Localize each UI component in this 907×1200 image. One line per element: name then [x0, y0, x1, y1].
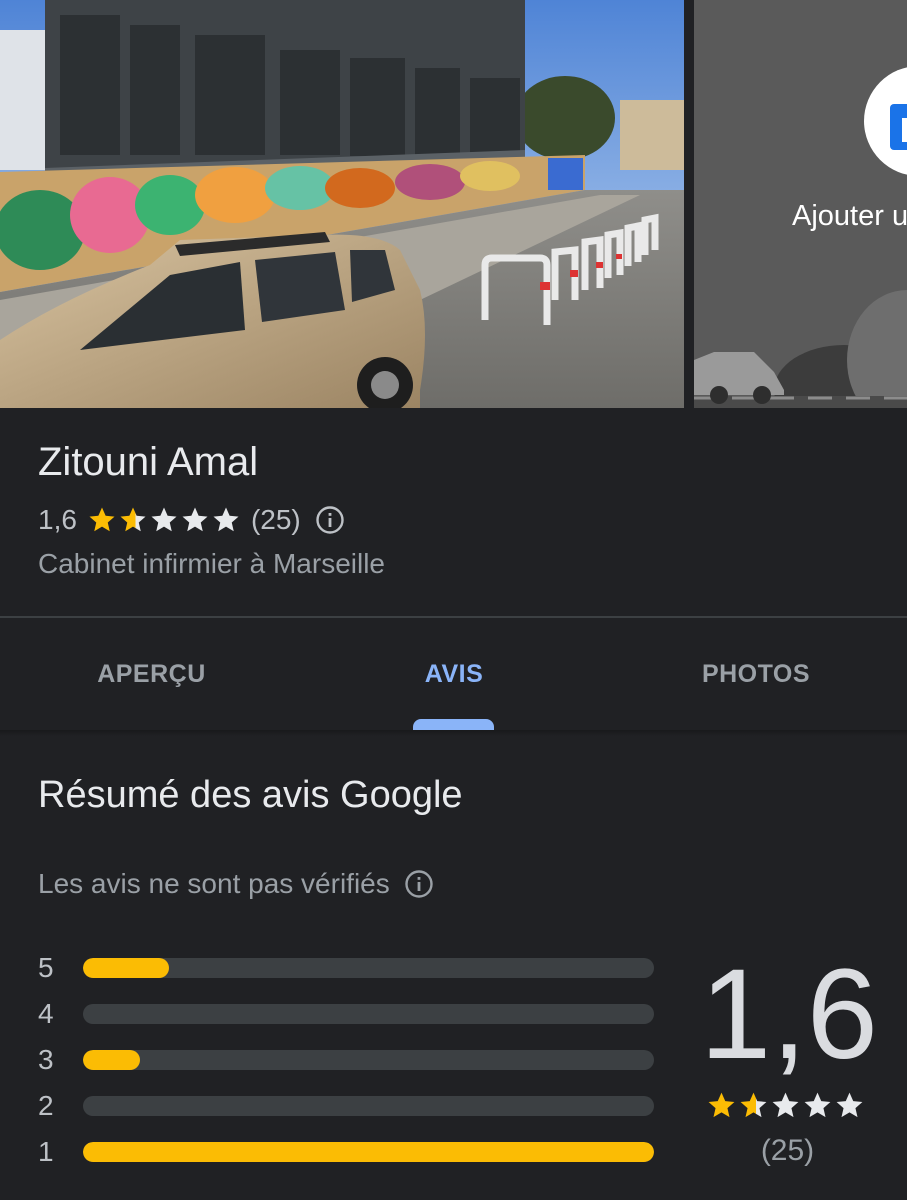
distribution-bar-track — [83, 1004, 654, 1024]
rating-row[interactable]: 1,6 (25) — [38, 502, 345, 538]
distribution-bar-fill — [83, 1142, 654, 1162]
star-icon — [120, 507, 146, 532]
distribution-row: 1 — [38, 1132, 658, 1172]
street-view-photo[interactable] — [0, 0, 684, 408]
tab-bar-shadow — [0, 730, 907, 736]
distribution-star-label: 3 — [38, 1044, 54, 1075]
place-category: Cabinet infirmier à Marseille — [38, 548, 386, 579]
tab-photos[interactable]: PHOTOS — [605, 618, 907, 730]
unverified-notice[interactable]: Les avis ne sont pas vérifiés — [38, 866, 434, 902]
unverified-text: Les avis ne sont pas vérifiés — [38, 868, 390, 899]
place-name: Zitouni Amal — [38, 440, 259, 484]
star-icon — [89, 507, 115, 532]
distribution-bar-fill — [83, 958, 169, 978]
tab-reviews[interactable]: AVIS — [303, 618, 605, 730]
distribution-bar-fill — [83, 1050, 141, 1070]
star-icon — [804, 1092, 831, 1118]
add-photo-icon — [890, 104, 907, 150]
star-icon — [836, 1092, 863, 1118]
active-tab-indicator — [413, 719, 494, 730]
distribution-bar-track — [83, 1050, 654, 1070]
star-icon — [182, 507, 208, 532]
info-icon[interactable] — [315, 505, 345, 535]
tab-overview[interactable]: APERÇU — [0, 618, 303, 730]
rating-value: 1,6 — [38, 504, 77, 535]
distribution-row: 4 — [38, 994, 658, 1034]
review-count: (25) — [250, 504, 301, 535]
street-photo-image — [0, 0, 684, 408]
distribution-bar-track — [83, 1096, 654, 1116]
distribution-bar-track — [83, 958, 654, 978]
distribution-row: 3 — [38, 1040, 658, 1080]
average-rating: 1,6 — [700, 943, 878, 1086]
add-photo-label[interactable]: Ajouter u — [792, 200, 907, 233]
star-icon — [213, 507, 239, 532]
star-icon — [708, 1092, 735, 1118]
tab-bar: APERÇU AVIS PHOTOS — [0, 618, 907, 730]
distribution-star-label: 5 — [38, 952, 54, 983]
rating-stars — [87, 505, 241, 535]
photo-strip[interactable]: Ajouter u — [0, 0, 907, 408]
reviews-summary-title: Résumé des avis Google — [38, 774, 463, 816]
distribution-row: 2 — [38, 1086, 658, 1126]
distribution-star-label: 4 — [38, 998, 54, 1029]
summary-review-count[interactable]: (25) — [700, 1134, 875, 1168]
distribution-bar-track — [83, 1142, 654, 1162]
distribution-row: 5 — [38, 948, 658, 988]
distribution-star-label: 1 — [38, 1136, 54, 1167]
distribution-star-label: 2 — [38, 1090, 54, 1121]
star-icon — [772, 1092, 799, 1118]
summary-rating-stars — [706, 1090, 865, 1121]
star-icon — [740, 1092, 767, 1118]
info-icon[interactable] — [404, 869, 434, 899]
star-icon — [151, 507, 177, 532]
